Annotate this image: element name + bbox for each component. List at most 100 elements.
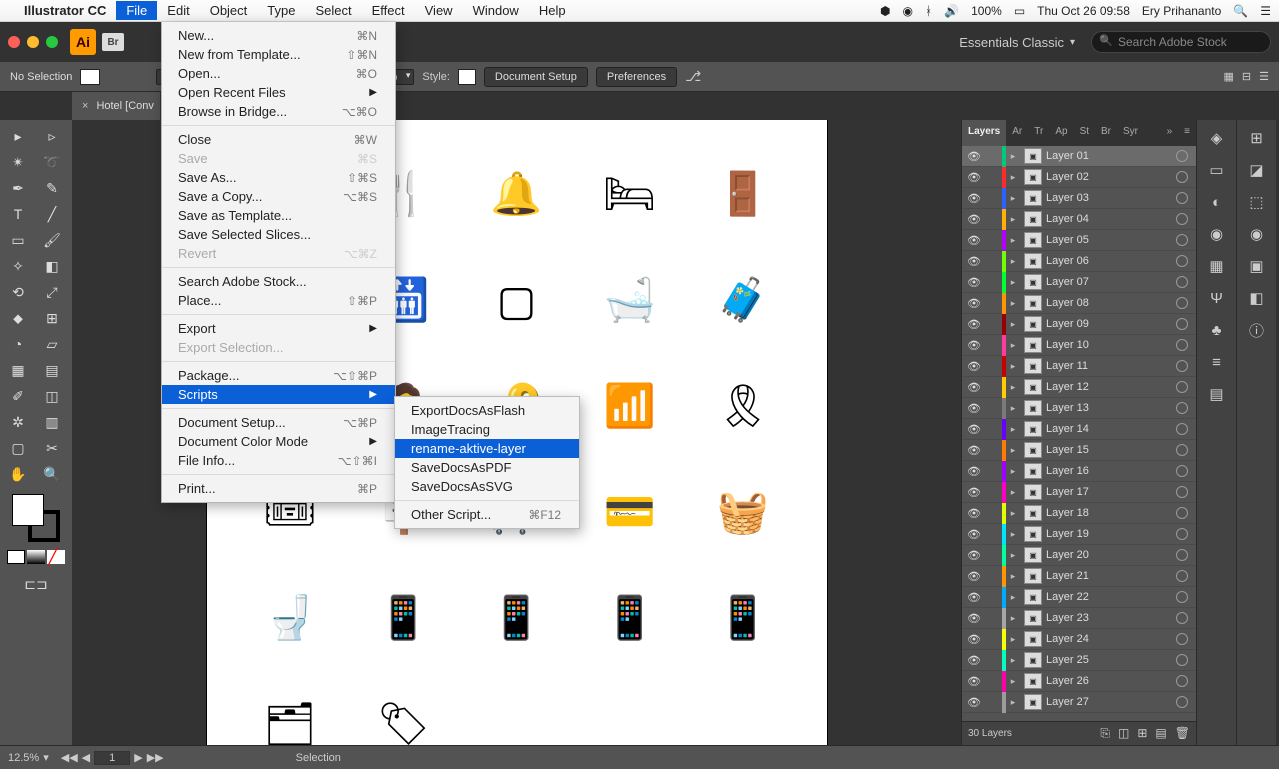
layer-name[interactable]: Layer 01 (1046, 150, 1176, 162)
menu-item-browse-in-bridge-[interactable]: Browse in Bridge...⌥⌘O (162, 102, 395, 121)
layer-name[interactable]: Layer 02 (1046, 171, 1176, 183)
layer-name[interactable]: Layer 23 (1046, 612, 1176, 624)
volume-icon[interactable]: 🔊 (944, 4, 959, 18)
chevron-right-icon[interactable]: ▸ (1006, 151, 1020, 162)
target-icon[interactable] (1176, 318, 1188, 330)
layer-row[interactable]: 👁▸▣Layer 25 (962, 650, 1196, 671)
visibility-icon[interactable]: 👁 (962, 381, 986, 394)
visibility-icon[interactable]: 👁 (962, 192, 986, 205)
artboard-prev-icon[interactable]: ◀◀ (61, 751, 78, 764)
chevron-right-icon[interactable]: ▸ (1006, 214, 1020, 225)
visibility-icon[interactable]: 👁 (962, 150, 986, 163)
slice-tool[interactable]: ✂ (36, 436, 68, 460)
tab-symbols[interactable]: Syr (1117, 120, 1144, 146)
layer-row[interactable]: 👁▸▣Layer 03 (962, 188, 1196, 209)
libraries-icon[interactable]: ▭ (1203, 158, 1231, 182)
chevron-right-icon[interactable]: ▸ (1006, 424, 1020, 435)
layer-row[interactable]: 👁▸▣Layer 02 (962, 167, 1196, 188)
rectangle-tool[interactable]: ▭ (2, 228, 34, 252)
menu-item-search-adobe-stock-[interactable]: Search Adobe Stock... (162, 272, 395, 291)
gradient-tool[interactable]: ▤ (36, 358, 68, 382)
artboard-back-icon[interactable]: ◀ (82, 751, 90, 764)
dropbox-icon[interactable]: ⬢ (880, 4, 890, 18)
artwork-icon[interactable]: 🧳 (689, 250, 796, 350)
visibility-icon[interactable]: 👁 (962, 507, 986, 520)
target-icon[interactable] (1176, 696, 1188, 708)
layer-row[interactable]: 👁▸▣Layer 20 (962, 545, 1196, 566)
menu-help[interactable]: Help (529, 1, 576, 20)
fill-stroke-control[interactable] (12, 494, 60, 542)
target-icon[interactable] (1176, 654, 1188, 666)
datetime[interactable]: Thu Oct 26 09:58 (1037, 4, 1130, 18)
swatches-icon[interactable]: ▦ (1203, 254, 1231, 278)
menu-edit[interactable]: Edit (157, 1, 199, 20)
chevron-right-icon[interactable]: ▸ (1006, 697, 1020, 708)
menu-item-open-[interactable]: Open...⌘O (162, 64, 395, 83)
lasso-tool[interactable]: ➰ (36, 150, 68, 174)
target-icon[interactable] (1176, 423, 1188, 435)
layer-name[interactable]: Layer 19 (1046, 528, 1176, 540)
transparency-icon[interactable]: ◧ (1243, 286, 1271, 310)
tab-stroke[interactable]: St (1074, 120, 1095, 146)
visibility-icon[interactable]: 👁 (962, 423, 986, 436)
artwork-icon[interactable]: 🚪 (689, 144, 796, 244)
panel-expand-icon[interactable]: » (1161, 120, 1179, 146)
target-icon[interactable] (1176, 675, 1188, 687)
visibility-icon[interactable]: 👁 (962, 612, 986, 625)
chevron-right-icon[interactable]: ▸ (1006, 235, 1020, 246)
chevron-right-icon[interactable]: ▸ (1006, 550, 1020, 561)
tab-layers[interactable]: Layers (962, 120, 1006, 146)
new-sublayer-icon[interactable]: ⊞ (1137, 726, 1147, 741)
layer-row[interactable]: 👁▸▣Layer 21 (962, 566, 1196, 587)
menu-item-save-as-[interactable]: Save As...⇧⌘S (162, 168, 395, 187)
layer-name[interactable]: Layer 20 (1046, 549, 1176, 561)
artwork-icon[interactable]: 🛁 (576, 250, 683, 350)
visibility-icon[interactable]: 👁 (962, 402, 986, 415)
layer-name[interactable]: Layer 05 (1046, 234, 1176, 246)
layer-row[interactable]: 👁▸▣Layer 01 (962, 146, 1196, 167)
search-stock-input[interactable]: Search Adobe Stock (1091, 31, 1271, 53)
visibility-icon[interactable]: 👁 (962, 213, 986, 226)
target-icon[interactable] (1176, 402, 1188, 414)
visibility-icon[interactable]: 👁 (962, 465, 986, 478)
target-icon[interactable] (1176, 276, 1188, 288)
target-icon[interactable] (1176, 549, 1188, 561)
layer-name[interactable]: Layer 04 (1046, 213, 1176, 225)
chevron-right-icon[interactable]: ▸ (1006, 361, 1020, 372)
tab-appearance[interactable]: Ap (1049, 120, 1073, 146)
shape-builder-tool[interactable]: ◔ (2, 332, 34, 356)
layer-name[interactable]: Layer 18 (1046, 507, 1176, 519)
stroke-icon[interactable]: ≡ (1203, 350, 1231, 374)
artwork-icon[interactable]: 📱 (350, 568, 457, 668)
artboard-number[interactable]: 1 (94, 751, 130, 765)
script-item-savedocsassvg[interactable]: SaveDocsAsSVG (395, 477, 579, 496)
bridge-icon[interactable]: Br (102, 33, 124, 51)
target-icon[interactable] (1176, 360, 1188, 372)
spotlight-icon[interactable]: 🔍 (1233, 4, 1248, 18)
color-mode-none[interactable]: ╱ (47, 550, 65, 564)
perspective-tool[interactable]: ▱ (36, 332, 68, 356)
layer-row[interactable]: 👁▸▣Layer 06 (962, 251, 1196, 272)
fill-swatch[interactable] (80, 69, 100, 85)
script-item-exportdocsasflash[interactable]: ExportDocsAsFlash (395, 401, 579, 420)
preferences-button[interactable]: Preferences (596, 67, 677, 87)
layer-name[interactable]: Layer 22 (1046, 591, 1176, 603)
layer-row[interactable]: 👁▸▣Layer 23 (962, 608, 1196, 629)
layer-row[interactable]: 👁▸▣Layer 10 (962, 335, 1196, 356)
sync-icon[interactable]: ◉ (902, 4, 912, 18)
visibility-icon[interactable]: 👁 (962, 633, 986, 646)
gradient-icon[interactable]: ▤ (1203, 382, 1231, 406)
pen-tool[interactable]: ✒ (2, 176, 34, 200)
free-transform-tool[interactable]: ⊞ (36, 306, 68, 330)
visibility-icon[interactable]: 👁 (962, 486, 986, 499)
artwork-icon[interactable]: 📱 (463, 568, 570, 668)
layer-row[interactable]: 👁▸▣Layer 11 (962, 356, 1196, 377)
script-item-savedocsaspdf[interactable]: SaveDocsAsPDF (395, 458, 579, 477)
symbols-icon[interactable]: ♣ (1203, 318, 1231, 342)
artwork-icon[interactable]: 🧺 (689, 462, 796, 562)
layer-name[interactable]: Layer 15 (1046, 444, 1176, 456)
artwork-icon[interactable]: 💳 (576, 462, 683, 562)
visibility-icon[interactable]: 👁 (962, 339, 986, 352)
menu-item-new-from-template-[interactable]: New from Template...⇧⌘N (162, 45, 395, 64)
chevron-right-icon[interactable]: ▸ (1006, 613, 1020, 624)
